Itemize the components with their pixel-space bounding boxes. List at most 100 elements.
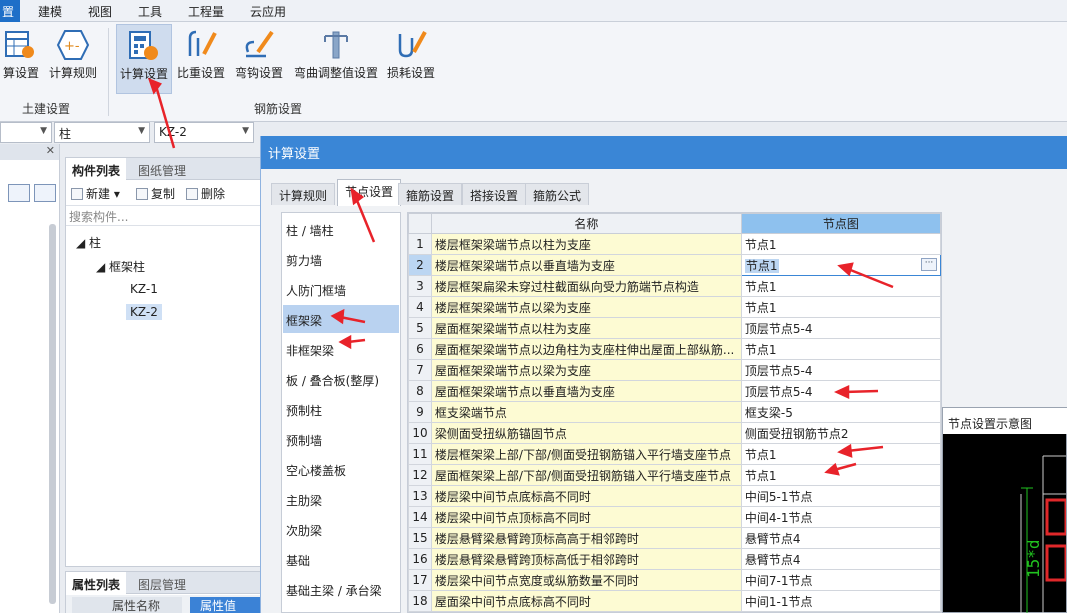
row-index: 18 (408, 590, 432, 612)
table-row[interactable]: 9 框支梁端节点 框支梁-5 (408, 401, 941, 423)
menu-quantity[interactable]: 工程量 (188, 3, 224, 20)
category-civil-defense-door-wall[interactable]: 人防门框墙 (283, 275, 399, 303)
grid-view-icon[interactable] (34, 184, 56, 202)
row-node-value[interactable]: 中间5-1节点 (740, 485, 941, 507)
row-node-value[interactable]: 顶层节点5-4 (740, 359, 941, 381)
category-foundation-main-beam[interactable]: 基础主梁 / 承台梁 (283, 575, 399, 603)
row-index: 7 (408, 359, 432, 381)
category-precast-wall[interactable]: 预制墙 (283, 425, 399, 453)
list-view-icon[interactable] (8, 184, 30, 202)
table-row[interactable]: 8 屋面框架梁端节点以垂直墙为支座 顶层节点5-4 (408, 380, 941, 402)
weight-settings-button[interactable]: 比重设置 (174, 24, 228, 94)
row-node-value[interactable]: 节点1 (740, 443, 941, 465)
category-slab[interactable]: 板 / 叠合板(整厚) (283, 365, 399, 393)
category-column-wall[interactable]: 柱 / 墙柱 (283, 215, 399, 243)
table-row[interactable]: 18 屋面梁中间节点底标高不同时 中间1-1节点 (408, 590, 941, 612)
category-foundation[interactable]: 基础 (283, 545, 399, 573)
row-index: 17 (408, 569, 432, 591)
node-settings-grid: 名称 节点图 1 楼层框架梁端节点以柱为支座 节点1 2 楼层框架梁端节点以垂直墙为支座… (407, 212, 942, 613)
row-node-value[interactable]: 框支梁-5 (740, 401, 941, 423)
tab-stirrup-formula[interactable]: 箍筋公式 (525, 183, 590, 205)
category-main-rib-beam[interactable]: 主肋梁 (283, 485, 399, 513)
bend-adjust-settings-button[interactable]: 弯曲调整值设置 (290, 24, 382, 94)
table-row[interactable]: 4 楼层框架梁端节点以梁为支座 节点1 (408, 296, 941, 318)
menu-modeling[interactable]: 建模 (38, 3, 62, 20)
category-frame-beam[interactable]: 框架梁 (283, 305, 399, 333)
row-node-value[interactable]: 中间4-1节点 (740, 506, 941, 528)
tab-drawing-management[interactable]: 图纸管理 (132, 158, 192, 180)
menu-view[interactable]: 视图 (88, 3, 112, 20)
tab-property-list[interactable]: 属性列表 (66, 572, 127, 594)
table-row[interactable]: 13 楼层梁中间节点底标高不同时 中间5-1节点 (408, 485, 941, 507)
category-non-frame-beam[interactable]: 非框架梁 (283, 335, 399, 363)
loss-icon (398, 31, 427, 58)
row-node-value[interactable]: 节点1 (740, 464, 941, 486)
table-row[interactable]: 6 屋面框架梁端节点以边角柱为支座柱伸出屋面上部纵筋... 节点1 (408, 338, 941, 360)
calc-settings-civil-button[interactable]: 算设置 (0, 24, 42, 94)
row-node-value[interactable]: 节点1 (740, 338, 941, 360)
tab-node-settings[interactable]: 节点设置 (337, 179, 402, 206)
tab-lap-settings[interactable]: 搭接设置 (462, 183, 527, 205)
loss-settings-button[interactable]: 损耗设置 (384, 24, 438, 94)
tree-node-kz1[interactable]: KZ-1 (130, 282, 158, 296)
tree-node-kz2[interactable]: KZ-2 (126, 304, 162, 320)
column-property-value: 属性值 (190, 597, 262, 613)
row-node-value[interactable]: 顶层节点5-4 (740, 380, 941, 402)
row-node-value[interactable]: 节点1 ··· (740, 254, 941, 276)
tab-layer-management[interactable]: 图层管理 (132, 572, 192, 594)
table-row[interactable]: 12 屋面框架梁上部/下部/侧面受扭钢筋锚入平行墙支座节点 节点1 (408, 464, 941, 486)
more-options-icon[interactable]: ··· (921, 258, 937, 271)
table-row[interactable]: 11 楼层框架梁上部/下部/侧面受扭钢筋锚入平行墙支座节点 节点1 (408, 443, 941, 465)
scrollbar[interactable] (49, 224, 56, 604)
close-icon[interactable]: ✕ (46, 144, 55, 157)
hook-settings-button[interactable]: 弯钩设置 (232, 24, 286, 94)
tab-stirrup-settings[interactable]: 箍筋设置 (398, 183, 463, 205)
table-row[interactable]: 5 屋面框架梁端节点以柱为支座 顶层节点5-4 (408, 317, 941, 339)
table-row[interactable]: 17 楼层梁中间节点宽度或纵筋数量不同时 中间7-1节点 (408, 569, 941, 591)
row-node-value[interactable]: 中间7-1节点 (740, 569, 941, 591)
menu-settings[interactable]: 置 (0, 0, 21, 22)
table-row[interactable]: 7 屋面框架梁端节点以梁为支座 顶层节点5-4 (408, 359, 941, 381)
new-button[interactable]: 新建 ▾ (71, 185, 120, 202)
row-index: 13 (408, 485, 432, 507)
group-label-rebar: 钢筋设置 (254, 102, 303, 116)
row-node-value[interactable]: 侧面受扭钢筋节点2 (740, 422, 941, 444)
row-node-value[interactable]: 节点1 (740, 296, 941, 318)
search-input[interactable]: 搜索构件... (66, 206, 260, 226)
menu-tools[interactable]: 工具 (138, 3, 162, 20)
category-secondary-rib-beam[interactable]: 次肋梁 (283, 515, 399, 543)
table-row[interactable]: 15 楼层悬臂梁悬臂跨顶标高高于相邻跨时 悬臂节点4 (408, 527, 941, 549)
table-settings-icon (5, 31, 34, 58)
tab-component-list[interactable]: 构件列表 (66, 158, 127, 180)
node-diagram: 15*d (1020, 455, 1066, 613)
new-icon (71, 188, 83, 200)
table-row[interactable]: 1 楼层框架梁端节点以柱为支座 节点1 (408, 233, 941, 255)
delete-button[interactable]: 删除 (186, 185, 225, 202)
calc-rules-button[interactable]: +- 计算规则 (46, 24, 100, 94)
tree-node-column[interactable]: ◢ 柱 (76, 234, 101, 251)
category-precast-column[interactable]: 预制柱 (283, 395, 399, 423)
row-node-value[interactable]: 节点1 (740, 233, 941, 255)
category-shear-wall[interactable]: 剪力墙 (283, 245, 399, 273)
table-row[interactable]: 10 梁侧面受扭纵筋锚固节点 侧面受扭钢筋节点2 (408, 422, 941, 444)
component-select[interactable]: KZ-2 ▼ (154, 122, 254, 143)
table-row[interactable]: 16 楼层悬臂梁悬臂跨顶标高低于相邻跨时 悬臂节点4 (408, 548, 941, 570)
category-hollow-slab[interactable]: 空心楼盖板 (283, 455, 399, 483)
table-row[interactable]: 14 楼层梁中间节点顶标高不同时 中间4-1节点 (408, 506, 941, 528)
copy-button[interactable]: 复制 (136, 185, 175, 202)
menu-cloud[interactable]: 云应用 (250, 3, 286, 20)
row-node-value[interactable]: 顶层节点5-4 (740, 317, 941, 339)
row-node-value[interactable]: 悬臂节点4 (740, 548, 941, 570)
category-select[interactable]: 柱 ▼ (54, 122, 150, 143)
row-node-value[interactable]: 悬臂节点4 (740, 527, 941, 549)
floor-select[interactable]: ▼ (0, 122, 52, 143)
row-node-value[interactable]: 中间1-1节点 (740, 590, 941, 612)
tab-calc-rules[interactable]: 计算规则 (271, 183, 336, 205)
tree-node-frame-column[interactable]: ◢ 框架柱 (96, 258, 145, 275)
chevron-down-icon: ▼ (138, 126, 145, 136)
row-node-value[interactable]: 节点1 (740, 275, 941, 297)
row-name: 楼层框架扁梁未穿过柱截面纵向受力筋端节点构造 (430, 275, 742, 297)
calc-settings-button[interactable]: 计算设置 (116, 24, 172, 94)
table-row[interactable]: 3 楼层框架扁梁未穿过柱截面纵向受力筋端节点构造 节点1 (408, 275, 941, 297)
table-row[interactable]: 2 楼层框架梁端节点以垂直墙为支座 节点1 ··· (408, 254, 941, 276)
